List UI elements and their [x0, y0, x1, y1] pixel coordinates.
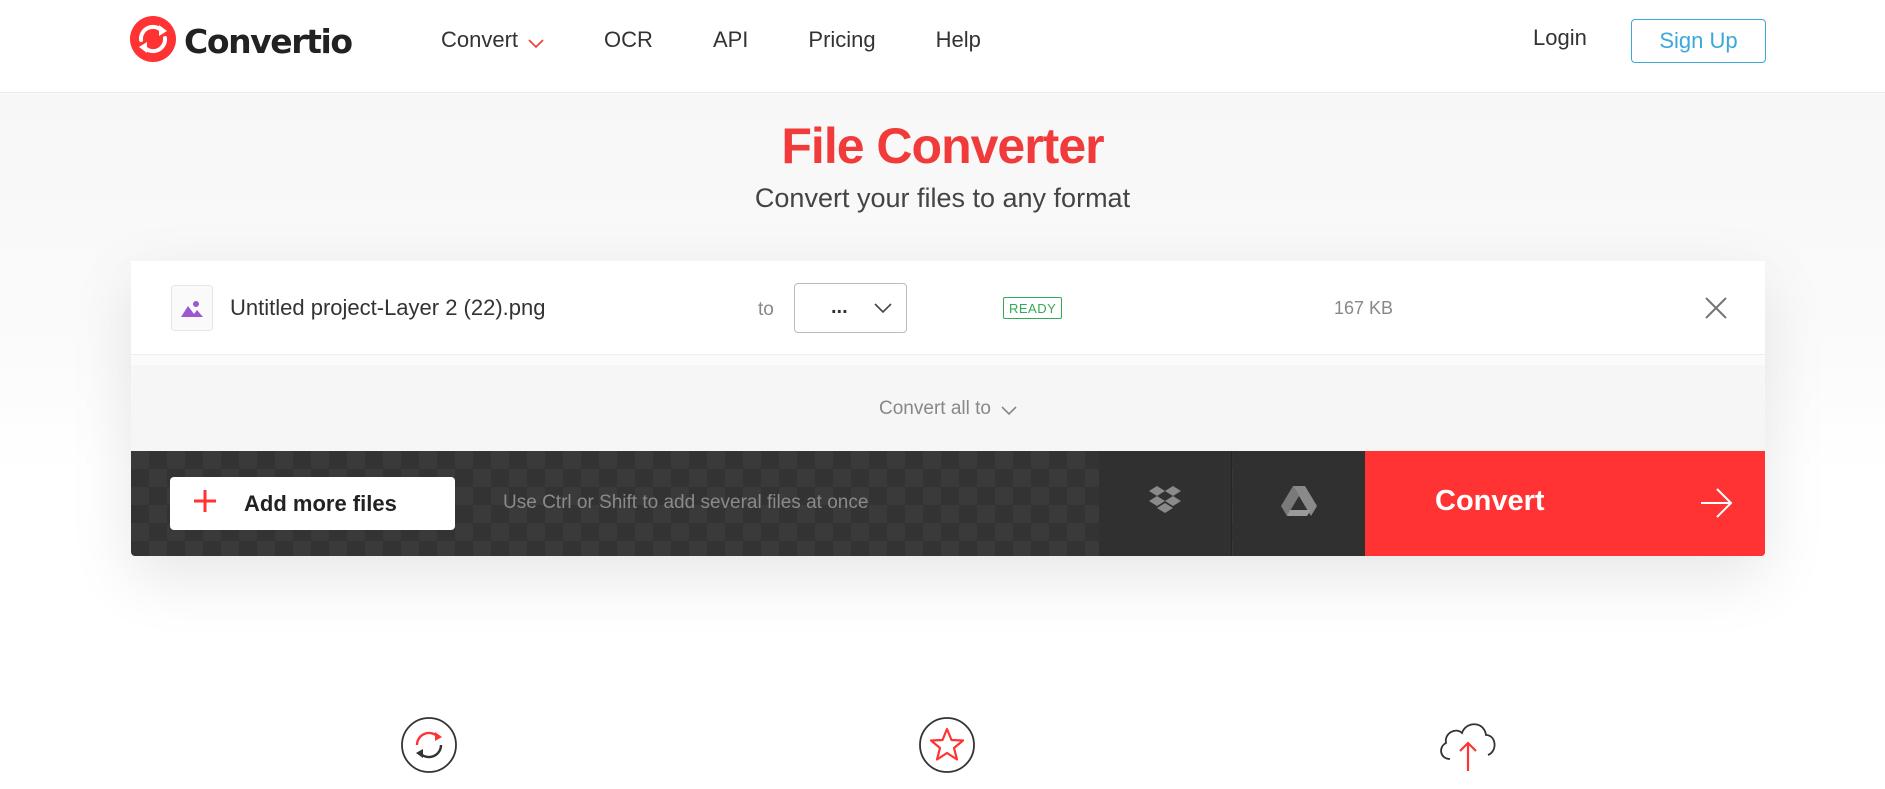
status-badge: READY: [1003, 297, 1063, 319]
dropbox-icon: [1148, 486, 1182, 521]
google-drive-button[interactable]: [1233, 451, 1365, 556]
star-icon: [917, 715, 977, 775]
format-select[interactable]: ...: [794, 283, 907, 333]
close-icon: [1704, 297, 1728, 324]
converter-card: Untitled project-Layer 2 (22).png to ...…: [131, 261, 1765, 556]
dropbox-button[interactable]: [1099, 451, 1232, 556]
nav-help[interactable]: Help: [936, 27, 981, 53]
nav-api[interactable]: API: [713, 27, 748, 53]
file-size: 167 KB: [1334, 298, 1394, 318]
file-name: Untitled project-Layer 2 (22).png: [230, 295, 546, 320]
page-title: File Converter: [781, 118, 1104, 174]
chevron-down-icon: [874, 301, 892, 319]
multi-select-hint: Use Ctrl or Shift to add several files a…: [503, 492, 869, 513]
page-subtitle: Convert your files to any format: [754, 183, 1131, 213]
convertio-logo[interactable]: Convertio: [130, 15, 353, 67]
convertio-logo-icon: [130, 15, 176, 67]
to-label: to: [758, 299, 774, 320]
remove-file-button[interactable]: [1704, 296, 1728, 325]
chevron-down-icon: [528, 29, 544, 55]
image-file-icon: [171, 285, 213, 331]
arrow-right-icon: [1701, 487, 1733, 524]
logo-text: Convertio: [184, 21, 353, 61]
convert-all-dropdown[interactable]: Convert all to: [131, 365, 1765, 452]
convert-button[interactable]: Convert: [1365, 451, 1765, 556]
refresh-icon: [399, 715, 459, 775]
chevron-down-icon: [1001, 400, 1017, 422]
nav-convert[interactable]: Convert: [441, 25, 544, 55]
login-link[interactable]: Login: [1533, 25, 1587, 51]
cloud-upload-icon: [1436, 715, 1500, 775]
google-drive-icon: [1281, 486, 1317, 521]
top-header: Convertio Convert OCR API Pricing Help L…: [0, 0, 1885, 93]
convert-button-label: Convert: [1435, 485, 1545, 517]
format-select-value: ...: [831, 296, 848, 318]
convert-all-label: Convert all to: [879, 397, 991, 419]
add-more-files-button[interactable]: Add more files: [170, 477, 455, 530]
main-nav: Convert OCR API Pricing Help: [441, 0, 1041, 79]
action-bar: Add more files Use Ctrl or Shift to add …: [131, 451, 1765, 556]
plus-icon: [194, 490, 216, 517]
signup-button[interactable]: Sign Up: [1631, 19, 1766, 63]
nav-ocr[interactable]: OCR: [604, 27, 653, 53]
nav-convert-label: Convert: [441, 26, 519, 52]
file-row: Untitled project-Layer 2 (22).png to ...…: [131, 261, 1765, 355]
nav-pricing[interactable]: Pricing: [808, 27, 875, 53]
add-more-files-label: Add more files: [244, 490, 397, 516]
